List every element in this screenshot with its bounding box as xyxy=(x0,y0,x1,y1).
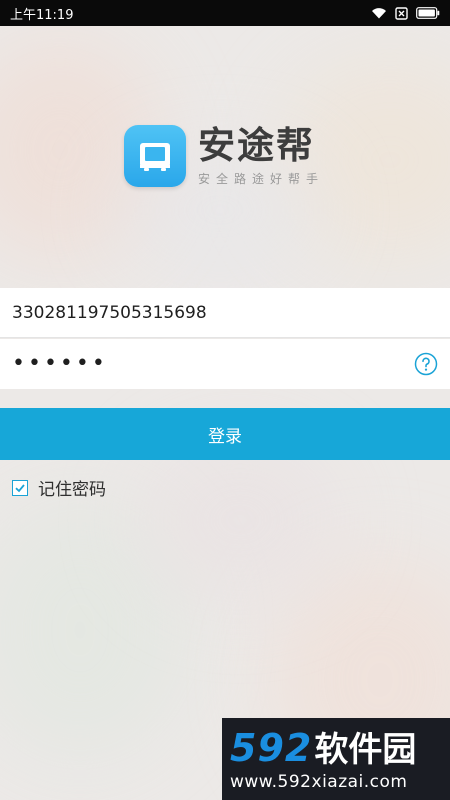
watermark-number: 592 xyxy=(230,726,313,770)
checkmark-icon xyxy=(15,483,25,492)
remember-label: 记住密码 xyxy=(38,480,106,500)
logo-text: 安途帮 安全路途好帮手 xyxy=(198,123,325,187)
username-input[interactable]: 330281197505315698 xyxy=(12,303,438,323)
watermark-url: www.592xiazai.com xyxy=(230,772,408,792)
app-name: 安途帮 xyxy=(198,123,315,167)
battery-icon xyxy=(416,7,440,19)
wifi-icon xyxy=(371,7,387,19)
app-logo: 安途帮 安全路途好帮手 xyxy=(124,125,324,187)
password-input[interactable]: •••••• xyxy=(12,353,414,375)
bus-icon xyxy=(124,125,186,187)
blurred-background xyxy=(0,0,450,800)
site-watermark: 592 软件园 www.592xiazai.com xyxy=(222,718,450,800)
login-button[interactable]: 登录 xyxy=(0,408,450,460)
no-sim-icon xyxy=(395,6,408,20)
app-slogan: 安全路途好帮手 xyxy=(198,171,325,186)
remember-password[interactable]: 记住密码 xyxy=(12,475,106,500)
question-circle-icon[interactable] xyxy=(414,352,438,376)
watermark-brand: 592 软件园 xyxy=(230,728,442,770)
login-button-label: 登录 xyxy=(208,426,242,447)
status-icons xyxy=(371,6,440,20)
status-bar: 上午11:19 xyxy=(0,0,450,26)
username-field[interactable]: 330281197505315698 xyxy=(0,288,450,338)
password-field[interactable]: •••••• xyxy=(0,339,450,389)
bg-blob xyxy=(140,440,340,600)
remember-checkbox[interactable] xyxy=(12,479,28,496)
status-time: 上午11:19 xyxy=(10,7,74,23)
watermark-name: 软件园 xyxy=(314,730,417,770)
